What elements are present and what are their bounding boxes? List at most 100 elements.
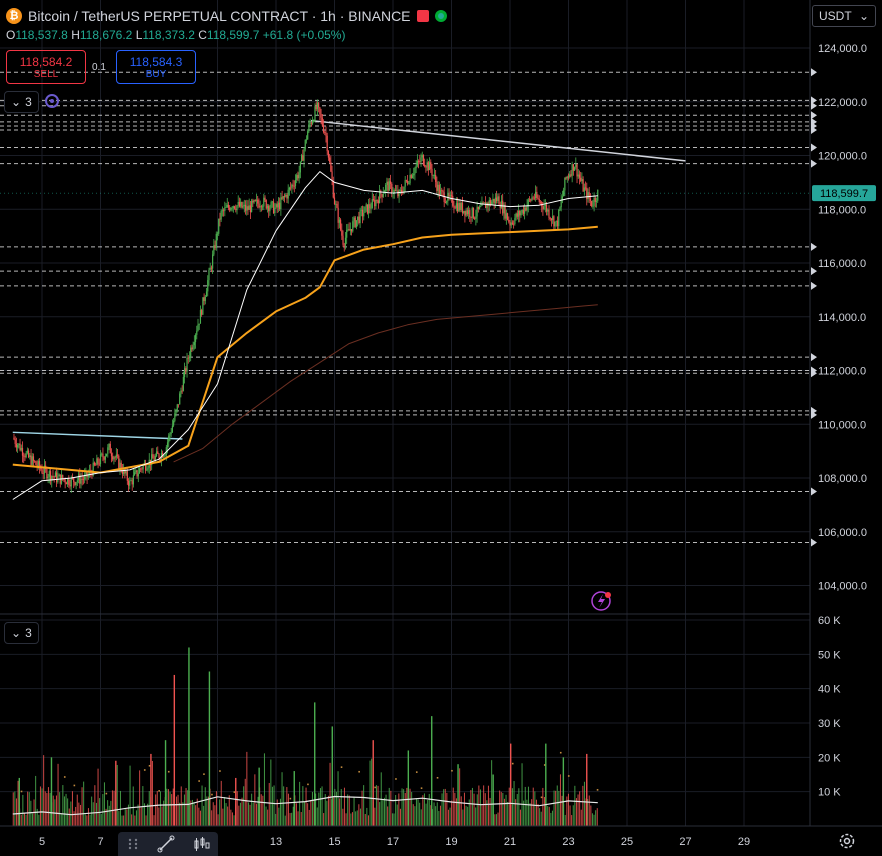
candle-body (243, 204, 245, 207)
volume-bar (236, 791, 238, 826)
sell-button[interactable]: 118,584.2 SELL (6, 50, 86, 84)
candle-body (114, 457, 116, 459)
candle-body (175, 409, 177, 414)
candle-body (415, 165, 417, 169)
candle-body (107, 447, 109, 454)
volume-indicators-toggle[interactable]: ⌄ 3 (4, 622, 39, 644)
volume-bar (31, 813, 33, 826)
volume-bar (519, 809, 521, 826)
volume-bar (84, 814, 86, 826)
volume-bar (247, 802, 249, 826)
volume-bar (391, 813, 393, 826)
candle-body (222, 210, 225, 212)
candle-body (321, 117, 323, 126)
volume-bar (395, 795, 397, 826)
volume-bar (228, 795, 230, 826)
volume-bar (596, 808, 598, 826)
sell-label: SELL (33, 68, 59, 80)
candle-body (553, 216, 555, 227)
candle-body (203, 297, 205, 302)
candle-body (205, 291, 208, 297)
candle-body (130, 480, 132, 482)
volume-bar (398, 793, 400, 826)
volume-bar (324, 794, 326, 826)
candle-body (119, 462, 121, 469)
candle-body (79, 474, 81, 484)
volume-bar (505, 794, 507, 826)
volume-spike (492, 774, 494, 826)
volume-bar (388, 787, 390, 826)
gear-icon[interactable] (838, 832, 856, 850)
candle-body (480, 205, 482, 207)
volume-bar (75, 806, 77, 826)
volume-dot (219, 770, 221, 772)
trendline-tool-icon[interactable] (157, 835, 175, 853)
currency-selector[interactable]: USDT ⌄ (812, 5, 876, 27)
candle-body (176, 404, 178, 410)
volume-spike (50, 757, 53, 826)
candle-body (502, 200, 504, 214)
candle-body (491, 201, 493, 205)
volume-bar (230, 809, 232, 826)
volume-bar (478, 785, 480, 826)
chevron-down-icon: ⌄ (858, 9, 869, 23)
volume-bar (52, 795, 54, 826)
volume-bar (535, 799, 537, 826)
candle-body (136, 470, 138, 477)
candle-body (164, 454, 166, 457)
price-tick-label: 110,000.0 (818, 419, 866, 431)
volume-dot (233, 791, 236, 793)
candle-body (41, 469, 43, 474)
candle-body (14, 439, 16, 444)
symbol-title[interactable]: Bitcoin / TetherUS PERPETUAL CONTRACT · … (28, 8, 411, 24)
candle-body (420, 157, 422, 162)
volume-bar (516, 794, 518, 826)
grip-icon[interactable] (126, 837, 140, 851)
candle-body (283, 196, 286, 197)
volume-bar (286, 787, 288, 826)
volume-dot (167, 770, 170, 773)
volume-bar (148, 791, 150, 826)
candle-body (469, 210, 471, 217)
volume-spike (188, 647, 190, 826)
volume-bar (561, 795, 563, 826)
volume-bar (377, 785, 379, 826)
buy-button[interactable]: 118,584.3 BUY (116, 50, 196, 84)
candle-body (347, 229, 349, 231)
volume-bar (323, 813, 325, 826)
candle-body (113, 457, 115, 460)
candle-body (446, 201, 448, 203)
candle-body (576, 164, 578, 177)
volume-bar (83, 781, 85, 826)
candle-body (485, 202, 487, 209)
candle-body (24, 456, 26, 458)
volume-bar (116, 764, 118, 826)
volume-bar (222, 808, 224, 826)
volume-bar (254, 774, 256, 826)
candles-tool-icon[interactable] (192, 835, 210, 853)
volume-bar (36, 808, 38, 826)
volume-bar (41, 788, 43, 826)
candle-body (254, 200, 256, 201)
candle-body (220, 210, 222, 220)
volume-bar (108, 805, 110, 826)
candle-body (99, 454, 102, 464)
candle-body (96, 458, 98, 466)
flag-icon[interactable] (416, 10, 429, 22)
main-indicators-toggle[interactable]: ⌄ 3 (4, 91, 39, 113)
drawing-toolbar[interactable] (118, 832, 218, 856)
volume-bar (60, 813, 62, 826)
volume-bar (246, 751, 248, 826)
candle-body (252, 200, 254, 203)
volume-dot (567, 775, 570, 777)
volume-bar (241, 797, 243, 826)
candle-body (180, 390, 182, 394)
candle-body (582, 179, 584, 192)
candle-body (394, 189, 397, 191)
candle-body (297, 175, 299, 179)
candle-body (138, 468, 141, 474)
volume-bar (182, 802, 184, 826)
chart-canvas[interactable]: 104,000.0 106,000.0 108,000.0 110,000.0 112,… (0, 0, 882, 856)
candle-body (472, 207, 475, 218)
market-status-icon[interactable] (434, 10, 447, 22)
